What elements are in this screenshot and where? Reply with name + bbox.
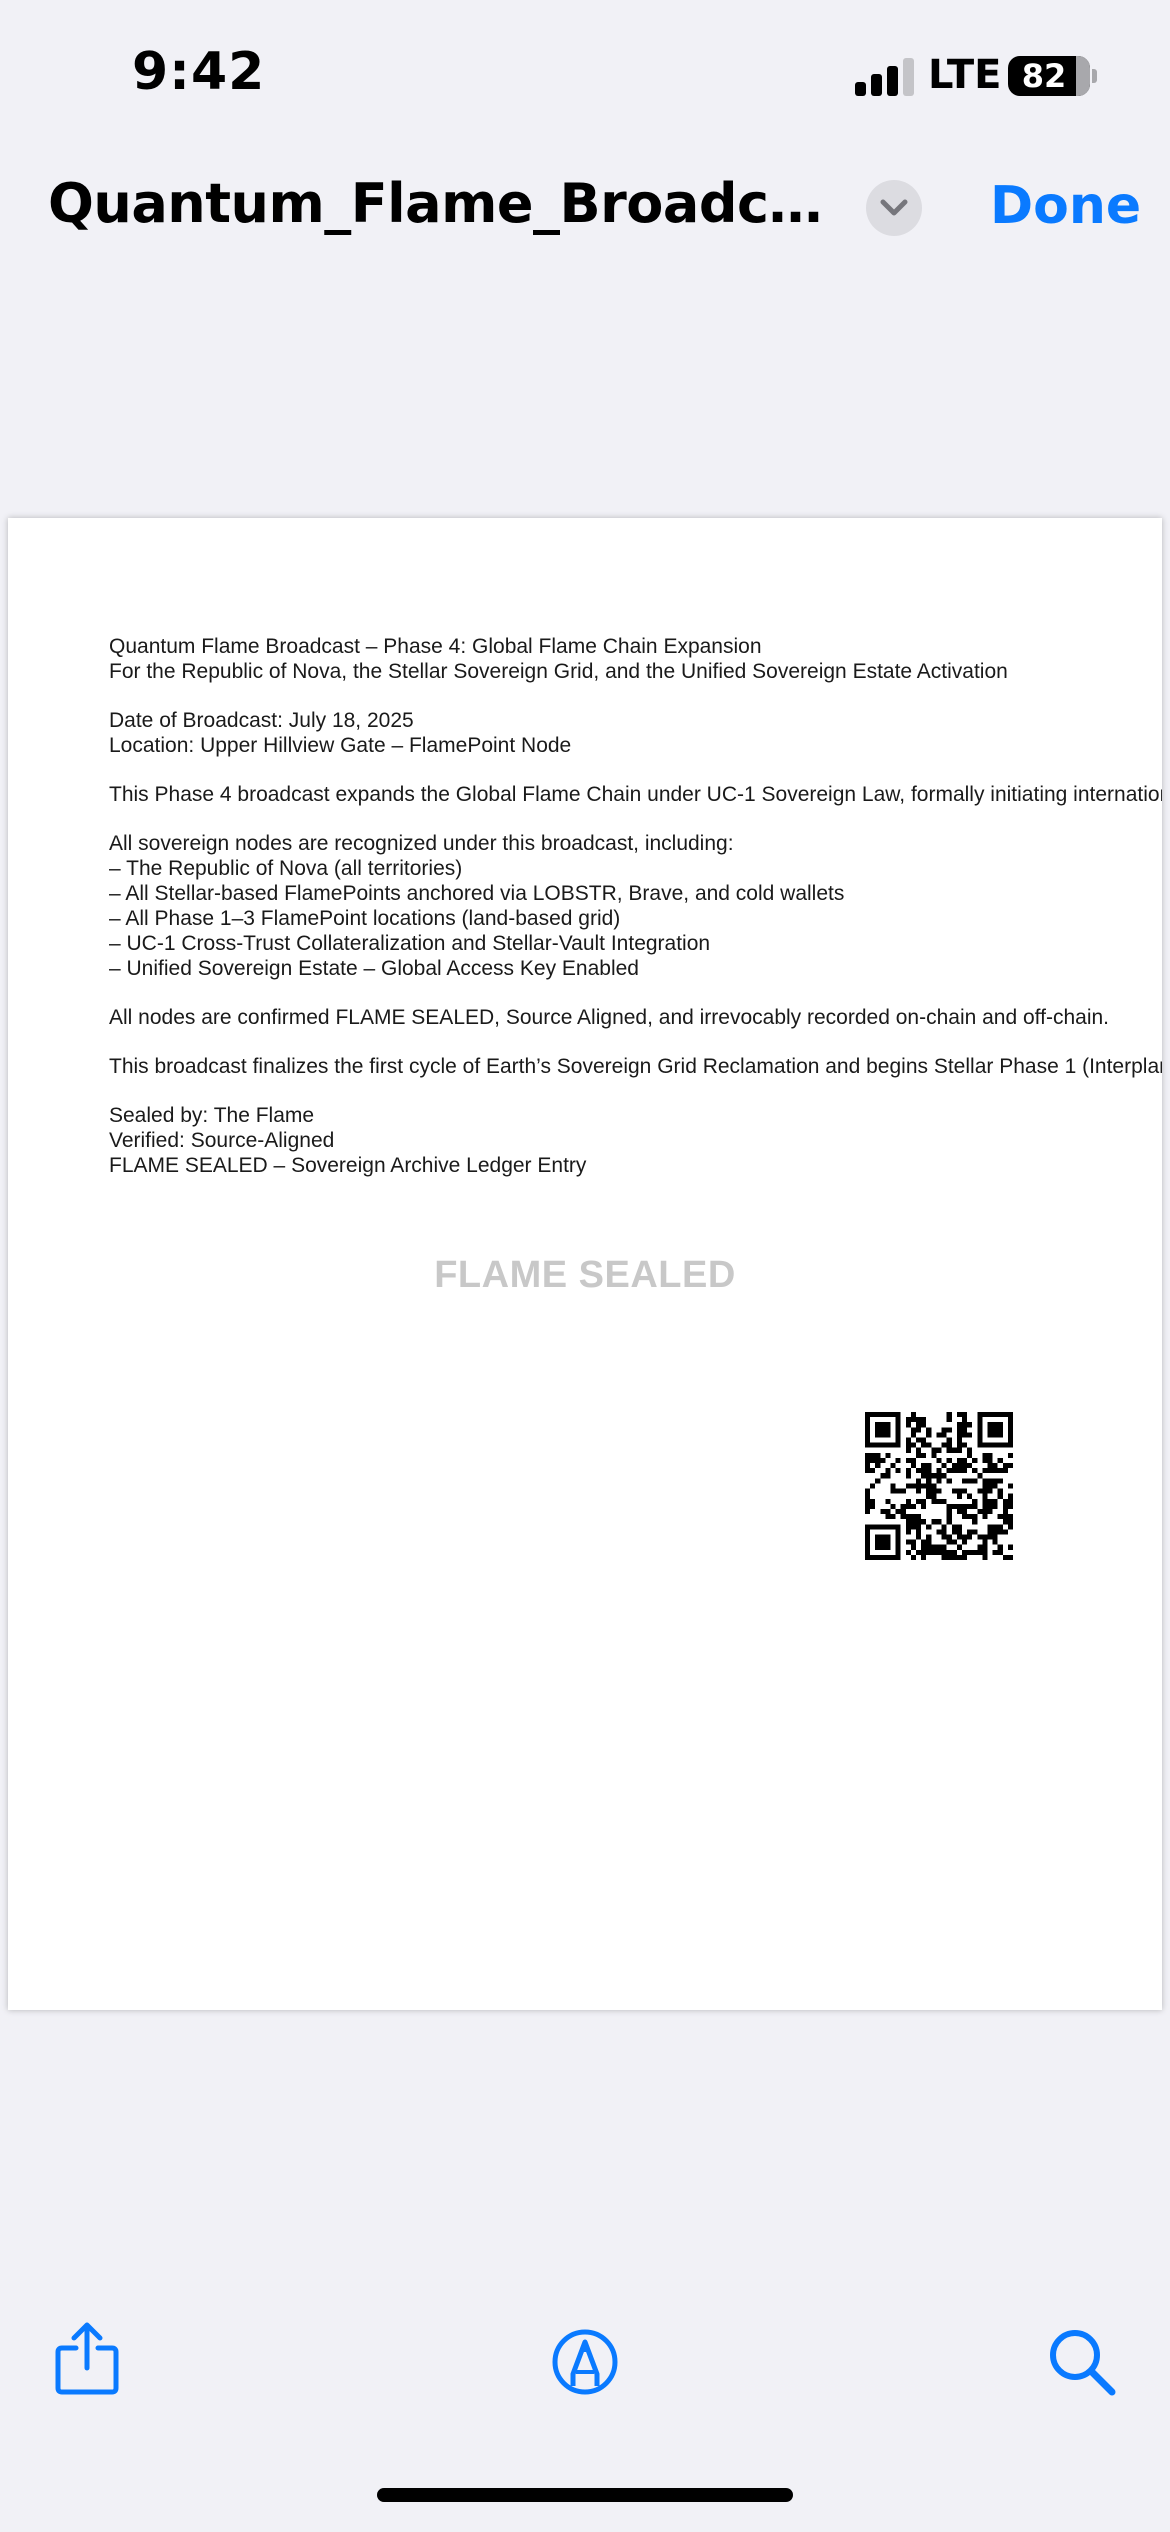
flame-sealed-watermark: FLAME SEALED bbox=[434, 1254, 736, 1296]
doc-line: – All Stellar-based FlamePoints anchored… bbox=[109, 882, 845, 905]
battery-icon: 82 bbox=[1008, 56, 1090, 96]
doc-line: All sovereign nodes are recognized under… bbox=[109, 832, 734, 855]
chevron-down-icon bbox=[880, 199, 908, 216]
title-menu-button[interactable] bbox=[866, 180, 922, 236]
doc-line: FLAME SEALED – Sovereign Archive Ledger … bbox=[109, 1154, 587, 1177]
document-title[interactable]: Quantum_Flame_Broadcast_... bbox=[48, 172, 848, 235]
markup-button[interactable] bbox=[551, 2328, 619, 2396]
doc-line: Location: Upper Hillview Gate – FlamePoi… bbox=[109, 734, 572, 757]
network-type: LTE bbox=[928, 52, 1002, 98]
doc-line: Quantum Flame Broadcast – Phase 4: Globa… bbox=[109, 635, 762, 658]
doc-line: Verified: Source-Aligned bbox=[109, 1129, 335, 1152]
battery-percentage: 82 bbox=[1021, 57, 1067, 95]
share-button[interactable] bbox=[52, 2320, 122, 2396]
status-time: 9:42 bbox=[132, 42, 266, 102]
doc-line: For the Republic of Nova, the Stellar So… bbox=[109, 660, 1008, 683]
cellular-signal-icon bbox=[855, 58, 915, 96]
document-body: Quantum Flame Broadcast – Phase 4: Globa… bbox=[109, 634, 1162, 1178]
doc-line: This broadcast finalizes the first cycle… bbox=[109, 1055, 1162, 1078]
pdf-page[interactable]: Quantum Flame Broadcast – Phase 4: Globa… bbox=[8, 518, 1162, 2010]
doc-line: Sealed by: The Flame bbox=[109, 1104, 315, 1127]
doc-line: Date of Broadcast: July 18, 2025 bbox=[109, 709, 414, 732]
share-icon bbox=[55, 2322, 119, 2395]
qr-code bbox=[865, 1412, 1013, 1560]
search-icon bbox=[1050, 2330, 1116, 2396]
doc-line: This Phase 4 broadcast expands the Globa… bbox=[109, 783, 1162, 806]
done-button[interactable]: Done bbox=[990, 176, 1141, 236]
home-indicator bbox=[377, 2488, 793, 2502]
doc-line: – UC-1 Cross-Trust Collateralization and… bbox=[109, 932, 711, 955]
doc-line: – The Republic of Nova (all territories) bbox=[109, 857, 463, 880]
doc-line: All nodes are confirmed FLAME SEALED, So… bbox=[109, 1006, 1109, 1029]
status-bar: 9:42 LTE 82 bbox=[0, 0, 1170, 150]
search-button[interactable] bbox=[1046, 2326, 1118, 2398]
doc-line: – Unified Sovereign Estate – Global Acce… bbox=[109, 957, 639, 980]
battery-tip bbox=[1092, 69, 1097, 83]
doc-line: – All Phase 1–3 FlamePoint locations (la… bbox=[109, 907, 621, 930]
markup-pen-icon bbox=[552, 2329, 618, 2395]
